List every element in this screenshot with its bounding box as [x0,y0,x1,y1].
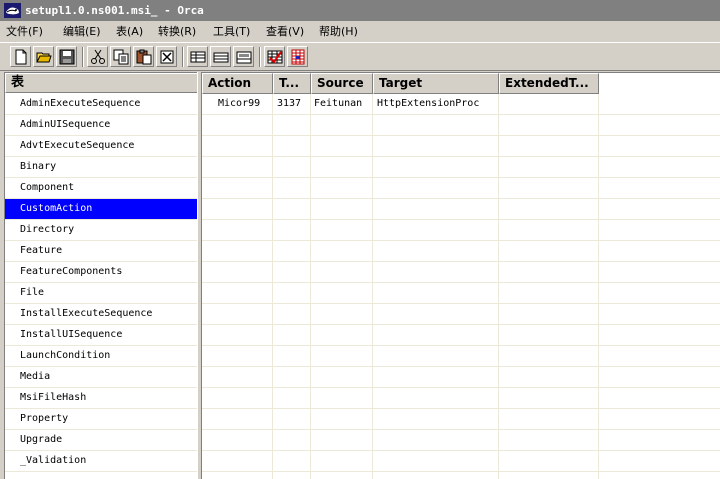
grid-row-line [202,198,720,199]
open-icon [36,52,52,63]
grid-row-line [202,135,720,136]
new-icon [15,49,27,65]
menu-file[interactable]: 文件(F) [6,24,43,40]
add-row-button[interactable] [233,46,254,67]
toolbar-separator [182,47,184,67]
grid-column-line [372,94,373,479]
window-title: setupl1.0.ns001.msi_ - Orca [25,4,204,17]
grid-column-line [498,94,499,479]
cut-icon [91,49,105,64]
grid-column-line [310,94,311,479]
grid-row-line [202,177,720,178]
table-item-upgrade[interactable]: Upgrade [5,430,197,451]
menu-help[interactable]: 帮助(H) [319,24,358,40]
menu-edit[interactable]: 编辑(E) [63,24,101,40]
table-item-installexecutesequence[interactable]: InstallExecuteSequence [5,304,197,325]
cell-extendedtype[interactable] [503,94,599,114]
add-table-button[interactable] [187,46,208,67]
menu-tables[interactable]: 表(A) [116,24,143,40]
tables-pane: 表 AdminExecuteSequence AdminUISequence A… [4,72,197,479]
grid-row-line [202,450,720,451]
table-item-adminuisequence[interactable]: AdminUISequence [5,115,197,136]
menu-bar: 文件(F) 编辑(E) 表(A) 转换(R) 工具(T) 查看(V) 帮助(H) [0,21,720,42]
table-item-featurecomponents[interactable]: FeatureComponents [5,262,197,283]
grid-column-line [272,94,273,479]
paste-button[interactable] [133,46,154,67]
copy-button[interactable] [110,46,131,67]
grid-row-line [202,114,720,115]
toolbar-separator [259,47,261,67]
validate-icon [267,50,283,64]
table-item-media[interactable]: Media [5,367,197,388]
grid-row-line [202,387,720,388]
cut-button[interactable] [87,46,108,67]
table-icon [213,52,229,63]
toolbar-separator [82,47,84,67]
grid-row-line [202,261,720,262]
grid-row-line [202,429,720,430]
paste-icon [136,49,152,65]
orca-app-icon[interactable] [4,3,21,18]
add-table-icon [190,51,206,63]
column-header-action[interactable]: Action [202,73,273,94]
menu-view[interactable]: 查看(V) [266,24,304,40]
grid-row-line [202,345,720,346]
delete-button[interactable] [156,46,177,67]
column-header-target[interactable]: Target [373,73,499,94]
table-item-customaction[interactable]: CustomAction [5,199,197,220]
cell-type[interactable]: 3137 [277,94,310,114]
table-item-binary[interactable]: Binary [5,157,197,178]
table-item-validation[interactable]: _Validation [5,451,197,472]
save-button[interactable] [56,46,77,67]
toolbar [0,42,720,71]
menu-transform[interactable]: 转换(R) [158,24,196,40]
grid-row-line [202,366,720,367]
table-item-launchcondition[interactable]: LaunchCondition [5,346,197,367]
save-icon [59,49,75,65]
title-bar: setupl1.0.ns001.msi_ - Orca [0,0,720,21]
add-row-icon [236,51,252,64]
menu-tools[interactable]: 工具(T) [213,24,250,40]
grid-row-line [202,408,720,409]
merge-icon [291,49,305,65]
grid-row-line [202,219,720,220]
table-item-file[interactable]: File [5,283,197,304]
grid-row-line [202,282,720,283]
table-item-installuisequence[interactable]: InstallUISequence [5,325,197,346]
table-item-component[interactable]: Component [5,178,197,199]
column-header-extendedtype[interactable]: ExtendedT... [499,73,599,94]
new-button[interactable] [10,46,31,67]
grid-row-line [202,156,720,157]
cell-source[interactable]: Feitunan [314,94,372,114]
data-grid: Micor99 3137 Feitunan HttpExtensionProc [202,94,720,479]
validate-button[interactable] [264,46,285,67]
grid-row-line [202,303,720,304]
table-list: AdminExecuteSequence AdminUISequence Adv… [5,94,197,472]
table-item-feature[interactable]: Feature [5,241,197,262]
cell-target[interactable]: HttpExtensionProc [377,94,498,114]
grid-row-line [202,324,720,325]
table-item-property[interactable]: Property [5,409,197,430]
delete-icon [160,50,174,64]
column-header-type[interactable]: T... [273,73,311,94]
column-header-source[interactable]: Source [311,73,373,94]
tables-pane-header: 表 [5,73,197,93]
table-item-adminexecutesequence[interactable]: AdminExecuteSequence [5,94,197,115]
grid-column-line [598,94,599,479]
table-item-directory[interactable]: Directory [5,220,197,241]
cell-action[interactable]: Micor99 [218,94,272,114]
table-item-advtexecutesequence[interactable]: AdvtExecuteSequence [5,136,197,157]
table-item-msifilehash[interactable]: MsiFileHash [5,388,197,409]
grid-row-line [202,240,720,241]
grid-row-line [202,471,720,472]
column-header-row: Action T... Source Target ExtendedT... [202,73,720,94]
open-button[interactable] [33,46,54,67]
data-grid-pane: Action T... Source Target ExtendedT... M… [202,72,720,479]
copy-icon [113,49,129,65]
merge-button[interactable] [287,46,308,67]
table-button[interactable] [210,46,231,67]
